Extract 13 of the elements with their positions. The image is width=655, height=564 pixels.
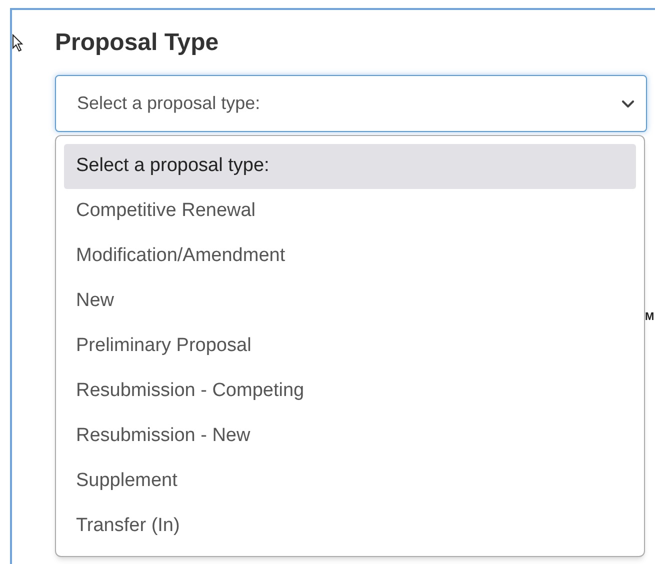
dropdown-option[interactable]: Select a proposal type: [64,144,636,189]
cursor-icon [12,34,24,52]
dropdown-option[interactable]: Competitive Renewal [64,189,636,234]
dropdown-option[interactable]: Resubmission - Competing [64,369,636,414]
background-heading: M [645,312,654,323]
dropdown-option[interactable]: Resubmission - New [64,414,636,459]
section-heading: Proposal Type [55,28,220,58]
dropdown-option[interactable]: Preliminary Proposal [64,324,636,369]
dropdown-option[interactable]: New [64,279,636,324]
proposal-type-select[interactable]: Select a proposal type: [55,75,647,132]
dropdown-option[interactable]: Supplement [64,459,636,504]
dropdown-option[interactable]: Modification/Amendment [64,234,636,279]
dropdown-option[interactable]: Transfer (In) [64,504,636,549]
